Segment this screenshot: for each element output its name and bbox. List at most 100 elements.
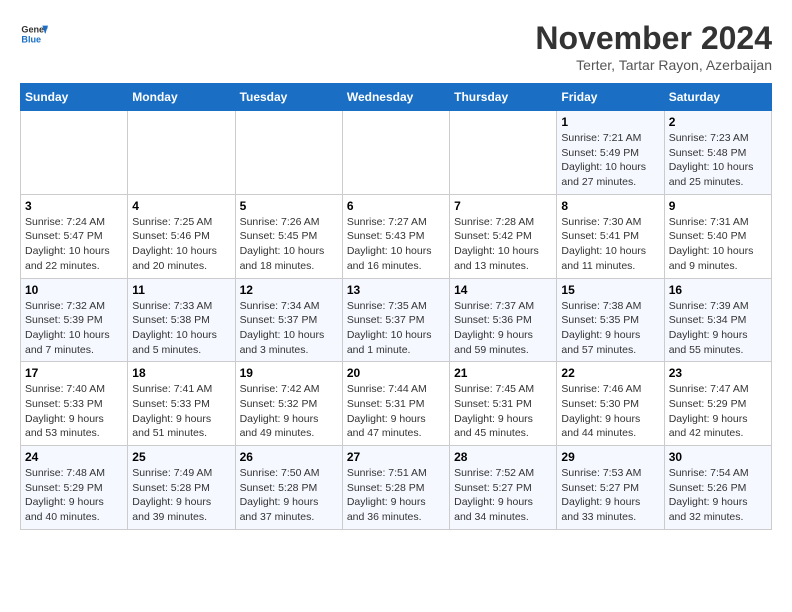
calendar-cell: 16 Sunrise: 7:39 AM Sunset: 5:34 PM Dayli… bbox=[664, 278, 771, 362]
calendar-cell: 27 Sunrise: 7:51 AM Sunset: 5:28 PM Dayli… bbox=[342, 446, 449, 530]
calendar-cell: 21 Sunrise: 7:45 AM Sunset: 5:31 PM Dayli… bbox=[450, 362, 557, 446]
calendar-cell: 22 Sunrise: 7:46 AM Sunset: 5:30 PM Dayli… bbox=[557, 362, 664, 446]
day-info: Sunrise: 7:54 AM Sunset: 5:26 PM Dayligh… bbox=[669, 466, 767, 525]
calendar-cell: 25Sunrise: 7:49 AM Sunset: 5:28 PM Dayli… bbox=[128, 446, 235, 530]
day-number: 27 bbox=[347, 450, 445, 464]
day-info: Sunrise: 7:30 AM Sunset: 5:41 PM Dayligh… bbox=[561, 215, 659, 274]
weekday-header-row: SundayMondayTuesdayWednesdayThursdayFrid… bbox=[21, 84, 772, 111]
day-number: 22 bbox=[561, 366, 659, 380]
calendar-cell: 18 Sunrise: 7:41 AM Sunset: 5:33 PM Dayli… bbox=[128, 362, 235, 446]
day-number: 1 bbox=[561, 115, 659, 129]
day-info: Sunrise: 7:46 AM Sunset: 5:30 PM Dayligh… bbox=[561, 382, 659, 441]
calendar-cell: 24 Sunrise: 7:48 AM Sunset: 5:29 PM Dayli… bbox=[21, 446, 128, 530]
day-number: 10 bbox=[25, 283, 123, 297]
weekday-header: Sunday bbox=[21, 84, 128, 111]
day-info: Sunrise: 7:41 AM Sunset: 5:33 PM Dayligh… bbox=[132, 382, 230, 441]
day-info: Sunrise: 7:24 AM Sunset: 5:47 PM Dayligh… bbox=[25, 215, 123, 274]
day-number: 28 bbox=[454, 450, 552, 464]
calendar-week-row: 1 Sunrise: 7:21 AM Sunset: 5:49 PM Daylig… bbox=[21, 111, 772, 195]
day-number: 30 bbox=[669, 450, 767, 464]
day-number: 15 bbox=[561, 283, 659, 297]
day-info: Sunrise: 7:44 AM Sunset: 5:31 PM Dayligh… bbox=[347, 382, 445, 441]
day-info: Sunrise: 7:49 AM Sunset: 5:28 PM Dayligh… bbox=[132, 466, 230, 525]
calendar-cell: 10 Sunrise: 7:32 AM Sunset: 5:39 PM Dayli… bbox=[21, 278, 128, 362]
calendar-cell: 5 Sunrise: 7:26 AM Sunset: 5:45 PM Daylig… bbox=[235, 194, 342, 278]
day-number: 9 bbox=[669, 199, 767, 213]
calendar-week-row: 24 Sunrise: 7:48 AM Sunset: 5:29 PM Dayli… bbox=[21, 446, 772, 530]
calendar-cell: 28Sunrise: 7:52 AM Sunset: 5:27 PM Dayli… bbox=[450, 446, 557, 530]
calendar-week-row: 17 Sunrise: 7:40 AM Sunset: 5:33 PM Dayli… bbox=[21, 362, 772, 446]
weekday-header: Wednesday bbox=[342, 84, 449, 111]
day-number: 18 bbox=[132, 366, 230, 380]
day-number: 4 bbox=[132, 199, 230, 213]
day-number: 11 bbox=[132, 283, 230, 297]
day-info: Sunrise: 7:25 AM Sunset: 5:46 PM Dayligh… bbox=[132, 215, 230, 274]
day-number: 29 bbox=[561, 450, 659, 464]
calendar-cell: 3 Sunrise: 7:24 AM Sunset: 5:47 PM Daylig… bbox=[21, 194, 128, 278]
calendar-cell: 26 Sunrise: 7:50 AM Sunset: 5:28 PM Dayli… bbox=[235, 446, 342, 530]
calendar-cell: 4 Sunrise: 7:25 AM Sunset: 5:46 PM Daylig… bbox=[128, 194, 235, 278]
day-info: Sunrise: 7:51 AM Sunset: 5:28 PM Dayligh… bbox=[347, 466, 445, 525]
day-info: Sunrise: 7:42 AM Sunset: 5:32 PM Dayligh… bbox=[240, 382, 338, 441]
calendar-cell: 29 Sunrise: 7:53 AM Sunset: 5:27 PM Dayli… bbox=[557, 446, 664, 530]
day-number: 3 bbox=[25, 199, 123, 213]
calendar-cell: 30 Sunrise: 7:54 AM Sunset: 5:26 PM Dayli… bbox=[664, 446, 771, 530]
calendar-cell bbox=[450, 111, 557, 195]
day-info: Sunrise: 7:27 AM Sunset: 5:43 PM Dayligh… bbox=[347, 215, 445, 274]
calendar-cell: 19Sunrise: 7:42 AM Sunset: 5:32 PM Dayli… bbox=[235, 362, 342, 446]
day-info: Sunrise: 7:53 AM Sunset: 5:27 PM Dayligh… bbox=[561, 466, 659, 525]
calendar-cell bbox=[235, 111, 342, 195]
day-number: 26 bbox=[240, 450, 338, 464]
calendar-cell: 2 Sunrise: 7:23 AM Sunset: 5:48 PM Daylig… bbox=[664, 111, 771, 195]
day-info: Sunrise: 7:26 AM Sunset: 5:45 PM Dayligh… bbox=[240, 215, 338, 274]
logo: General Blue bbox=[20, 20, 48, 48]
calendar-week-row: 3 Sunrise: 7:24 AM Sunset: 5:47 PM Daylig… bbox=[21, 194, 772, 278]
day-info: Sunrise: 7:21 AM Sunset: 5:49 PM Dayligh… bbox=[561, 131, 659, 190]
day-info: Sunrise: 7:48 AM Sunset: 5:29 PM Dayligh… bbox=[25, 466, 123, 525]
day-number: 17 bbox=[25, 366, 123, 380]
day-info: Sunrise: 7:39 AM Sunset: 5:34 PM Dayligh… bbox=[669, 299, 767, 358]
day-info: Sunrise: 7:37 AM Sunset: 5:36 PM Dayligh… bbox=[454, 299, 552, 358]
calendar-cell: 20 Sunrise: 7:44 AM Sunset: 5:31 PM Dayli… bbox=[342, 362, 449, 446]
day-info: Sunrise: 7:38 AM Sunset: 5:35 PM Dayligh… bbox=[561, 299, 659, 358]
day-number: 20 bbox=[347, 366, 445, 380]
day-number: 24 bbox=[25, 450, 123, 464]
weekday-header: Thursday bbox=[450, 84, 557, 111]
calendar-cell: 7Sunrise: 7:28 AM Sunset: 5:42 PM Daylig… bbox=[450, 194, 557, 278]
svg-text:Blue: Blue bbox=[21, 34, 41, 44]
weekday-header: Tuesday bbox=[235, 84, 342, 111]
day-info: Sunrise: 7:31 AM Sunset: 5:40 PM Dayligh… bbox=[669, 215, 767, 274]
day-info: Sunrise: 7:32 AM Sunset: 5:39 PM Dayligh… bbox=[25, 299, 123, 358]
month-title: November 2024 bbox=[535, 20, 772, 57]
day-number: 21 bbox=[454, 366, 552, 380]
calendar-cell: 15 Sunrise: 7:38 AM Sunset: 5:35 PM Dayli… bbox=[557, 278, 664, 362]
calendar-cell: 17 Sunrise: 7:40 AM Sunset: 5:33 PM Dayli… bbox=[21, 362, 128, 446]
day-number: 16 bbox=[669, 283, 767, 297]
day-number: 8 bbox=[561, 199, 659, 213]
day-number: 14 bbox=[454, 283, 552, 297]
day-number: 23 bbox=[669, 366, 767, 380]
weekday-header: Saturday bbox=[664, 84, 771, 111]
calendar-cell: 6 Sunrise: 7:27 AM Sunset: 5:43 PM Daylig… bbox=[342, 194, 449, 278]
day-info: Sunrise: 7:34 AM Sunset: 5:37 PM Dayligh… bbox=[240, 299, 338, 358]
day-info: Sunrise: 7:47 AM Sunset: 5:29 PM Dayligh… bbox=[669, 382, 767, 441]
day-number: 5 bbox=[240, 199, 338, 213]
calendar-week-row: 10 Sunrise: 7:32 AM Sunset: 5:39 PM Dayli… bbox=[21, 278, 772, 362]
day-info: Sunrise: 7:45 AM Sunset: 5:31 PM Dayligh… bbox=[454, 382, 552, 441]
weekday-header: Friday bbox=[557, 84, 664, 111]
day-info: Sunrise: 7:35 AM Sunset: 5:37 PM Dayligh… bbox=[347, 299, 445, 358]
calendar-cell: 12 Sunrise: 7:34 AM Sunset: 5:37 PM Dayli… bbox=[235, 278, 342, 362]
calendar-cell: 14 Sunrise: 7:37 AM Sunset: 5:36 PM Dayli… bbox=[450, 278, 557, 362]
day-number: 2 bbox=[669, 115, 767, 129]
logo-icon: General Blue bbox=[20, 20, 48, 48]
calendar-table: SundayMondayTuesdayWednesdayThursdayFrid… bbox=[20, 83, 772, 530]
day-info: Sunrise: 7:50 AM Sunset: 5:28 PM Dayligh… bbox=[240, 466, 338, 525]
calendar-cell: 11 Sunrise: 7:33 AM Sunset: 5:38 PM Dayli… bbox=[128, 278, 235, 362]
day-number: 12 bbox=[240, 283, 338, 297]
day-info: Sunrise: 7:23 AM Sunset: 5:48 PM Dayligh… bbox=[669, 131, 767, 190]
calendar-cell bbox=[342, 111, 449, 195]
calendar-cell: 1 Sunrise: 7:21 AM Sunset: 5:49 PM Daylig… bbox=[557, 111, 664, 195]
day-info: Sunrise: 7:33 AM Sunset: 5:38 PM Dayligh… bbox=[132, 299, 230, 358]
day-info: Sunrise: 7:40 AM Sunset: 5:33 PM Dayligh… bbox=[25, 382, 123, 441]
day-number: 6 bbox=[347, 199, 445, 213]
